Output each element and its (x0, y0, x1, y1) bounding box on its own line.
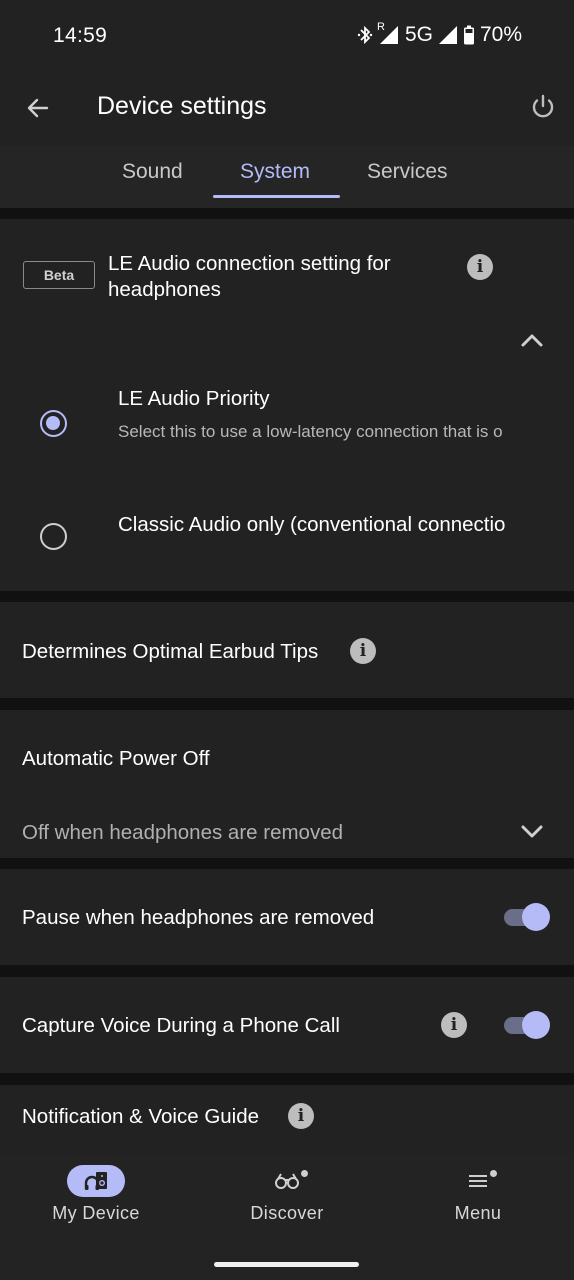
nav-discover[interactable]: Discover (212, 1165, 362, 1229)
auto-power-off-value[interactable]: Off when headphones are removed (22, 821, 343, 845)
radio-le-audio-priority[interactable] (40, 410, 67, 437)
earbud-tips-row[interactable]: Determines Optimal Earbud Tips i (0, 602, 574, 698)
nav-my-device[interactable]: My Device (21, 1165, 171, 1229)
le-audio-card: Beta LE Audio connection setting for hea… (0, 219, 574, 591)
info-icon[interactable]: i (350, 638, 376, 664)
back-button[interactable] (20, 90, 56, 126)
le-audio-title: LE Audio connection setting for headphon… (108, 252, 391, 301)
info-icon[interactable]: i (288, 1103, 314, 1129)
network-type: 5G (404, 23, 433, 46)
chevron-down-icon (521, 825, 543, 838)
toggle-thumb (522, 903, 550, 931)
notification-dot (490, 1170, 497, 1177)
nav-label: My Device (52, 1203, 140, 1223)
status-icons: R 5G 70% (357, 21, 522, 48)
nav-menu[interactable]: Menu (403, 1165, 553, 1229)
pause-removed-row: Pause when headphones are removed (0, 869, 574, 965)
nav-pill (449, 1165, 507, 1197)
pause-removed-label: Pause when headphones are removed (22, 906, 375, 929)
status-bar: 14:59 R 5G 70% (0, 0, 574, 70)
tab-sound[interactable]: Sound (122, 160, 183, 200)
option-subtitle: Select this to use a low-latency connect… (118, 422, 503, 441)
notification-voice-label: Notification & Voice Guide (22, 1105, 260, 1128)
tab-bar: Sound System Services (0, 146, 574, 208)
radio-classic-audio[interactable] (40, 523, 67, 550)
home-indicator[interactable] (214, 1262, 359, 1267)
info-icon[interactable]: i (441, 1012, 467, 1038)
capture-voice-label: Capture Voice During a Phone Call (22, 1014, 340, 1037)
pause-removed-toggle[interactable] (504, 902, 550, 932)
beta-badge: Beta (23, 261, 95, 289)
tab-system[interactable]: System (240, 160, 310, 200)
page-title: Device settings (97, 92, 267, 120)
active-tab-indicator (213, 195, 340, 198)
headphones-speaker-icon (84, 1172, 107, 1190)
status-time: 14:59 (53, 24, 108, 47)
power-icon (532, 94, 554, 118)
app-bar: Device settings (0, 70, 574, 146)
nav-pill (258, 1165, 316, 1197)
power-button[interactable] (526, 90, 560, 124)
capture-voice-toggle[interactable] (504, 1010, 550, 1040)
roaming-indicator: R (376, 21, 385, 33)
bluetooth-icon (357, 25, 373, 45)
nav-label: Menu (454, 1203, 502, 1223)
dropdown-button[interactable] (517, 817, 547, 847)
signal-icon (438, 25, 458, 45)
info-icon[interactable]: i (467, 254, 493, 280)
toggle-thumb (522, 1011, 550, 1039)
chevron-up-icon (521, 334, 543, 347)
arrow-left-icon (27, 98, 49, 118)
nav-pill (67, 1165, 125, 1197)
menu-icon (469, 1175, 487, 1187)
notification-dot (301, 1170, 308, 1177)
signal-roaming-icon: R (377, 21, 400, 45)
capture-voice-row: Capture Voice During a Phone Call i (0, 977, 574, 1073)
notification-voice-row[interactable]: Notification & Voice Guide i (0, 1085, 574, 1155)
option-title: Classic Audio only (conventional connect… (118, 513, 506, 536)
auto-power-off-row[interactable]: Automatic Power Off Off when headphones … (0, 710, 574, 858)
nav-label: Discover (250, 1203, 324, 1223)
collapse-button[interactable] (517, 325, 547, 355)
auto-power-off-label: Automatic Power Off (22, 747, 210, 770)
option-title: LE Audio Priority (118, 387, 270, 410)
binoculars-icon (275, 1173, 299, 1189)
battery-percent: 70% (479, 23, 522, 46)
earbud-tips-label: Determines Optimal Earbud Tips (22, 640, 319, 663)
battery-icon (463, 25, 475, 45)
tab-services[interactable]: Services (367, 160, 448, 200)
